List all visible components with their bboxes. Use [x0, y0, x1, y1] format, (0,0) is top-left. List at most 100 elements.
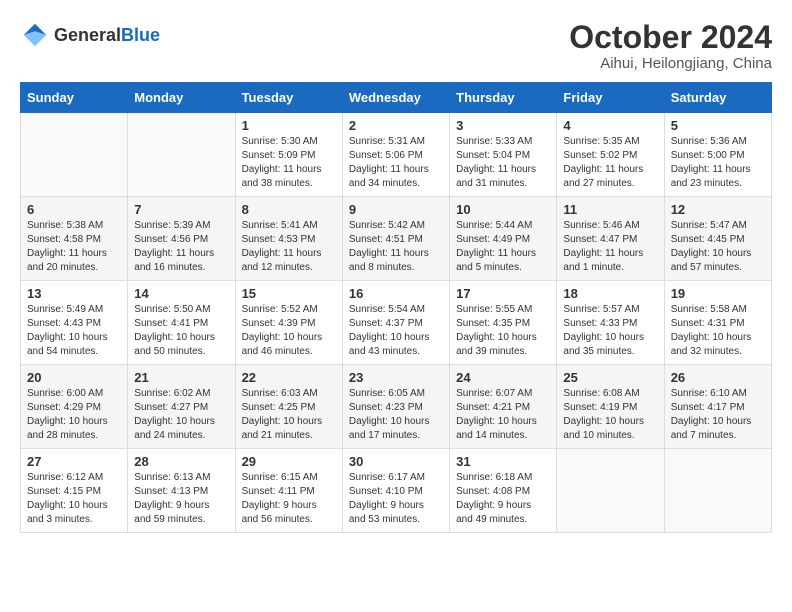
day-number: 10 — [456, 202, 550, 217]
calendar-cell: 28 Sunrise: 6:13 AM Sunset: 4:13 PM Dayli… — [128, 449, 235, 533]
calendar-cell: 13 Sunrise: 5:49 AM Sunset: 4:43 PM Dayli… — [21, 281, 128, 365]
weekday-header-sunday: Sunday — [21, 83, 128, 113]
calendar-cell — [21, 113, 128, 197]
day-info: Sunrise: 6:00 AM Sunset: 4:29 PM Dayligh… — [27, 387, 121, 443]
day-number: 25 — [563, 370, 657, 385]
calendar-cell: 15Sunrise: 5:52 AM Sunset: 4:39 PM Dayli… — [235, 281, 342, 365]
day-info: Sunrise: 5:50 AM Sunset: 4:41 PM Dayligh… — [134, 303, 228, 359]
logo-general: General — [54, 25, 121, 45]
day-number: 1 — [242, 118, 336, 133]
day-number: 15 — [242, 286, 336, 301]
calendar-cell: 3Sunrise: 5:33 AM Sunset: 5:04 PM Daylig… — [450, 113, 557, 197]
day-number: 17 — [456, 286, 550, 301]
calendar-week-row: 6Sunrise: 5:38 AM Sunset: 4:58 PM Daylig… — [21, 197, 772, 281]
calendar-cell: 25 Sunrise: 6:08 AM Sunset: 4:19 PM Dayli… — [557, 365, 664, 449]
day-info: Sunrise: 5:54 AM Sunset: 4:37 PM Dayligh… — [349, 303, 443, 359]
weekday-header-tuesday: Tuesday — [235, 83, 342, 113]
day-info: Sunrise: 5:58 AM Sunset: 4:31 PM Dayligh… — [671, 303, 765, 359]
logo: GeneralBlue — [20, 20, 160, 50]
calendar-cell: 6Sunrise: 5:38 AM Sunset: 4:58 PM Daylig… — [21, 197, 128, 281]
day-number: 27 — [27, 454, 121, 469]
day-number: 28 — [134, 454, 228, 469]
day-number: 26 — [671, 370, 765, 385]
day-info: Sunrise: 5:31 AM Sunset: 5:06 PM Dayligh… — [349, 135, 443, 191]
calendar-cell: 14 Sunrise: 5:50 AM Sunset: 4:41 PM Dayli… — [128, 281, 235, 365]
calendar-cell — [557, 449, 664, 533]
day-info: Sunrise: 5:35 AM Sunset: 5:02 PM Dayligh… — [563, 135, 657, 191]
day-number: 11 — [563, 202, 657, 217]
calendar-cell: 16 Sunrise: 5:54 AM Sunset: 4:37 PM Dayli… — [342, 281, 449, 365]
day-number: 31 — [456, 454, 550, 469]
day-number: 18 — [563, 286, 657, 301]
weekday-header-monday: Monday — [128, 83, 235, 113]
day-number: 8 — [242, 202, 336, 217]
day-info: Sunrise: 5:55 AM Sunset: 4:35 PM Dayligh… — [456, 303, 550, 359]
calendar-cell: 31 Sunrise: 6:18 AM Sunset: 4:08 PM Dayli… — [450, 449, 557, 533]
calendar-cell: 7Sunrise: 5:39 AM Sunset: 4:56 PM Daylig… — [128, 197, 235, 281]
day-number: 23 — [349, 370, 443, 385]
day-number: 2 — [349, 118, 443, 133]
weekday-header-row: SundayMondayTuesdayWednesdayThursdayFrid… — [21, 83, 772, 113]
day-number: 16 — [349, 286, 443, 301]
calendar-week-row: 13 Sunrise: 5:49 AM Sunset: 4:43 PM Dayli… — [21, 281, 772, 365]
day-info: Sunrise: 5:42 AM Sunset: 4:51 PM Dayligh… — [349, 219, 443, 275]
calendar-cell: 12Sunrise: 5:47 AM Sunset: 4:45 PM Dayli… — [664, 197, 771, 281]
day-info: Sunrise: 6:07 AM Sunset: 4:21 PM Dayligh… — [456, 387, 550, 443]
calendar-cell: 10Sunrise: 5:44 AM Sunset: 4:49 PM Dayli… — [450, 197, 557, 281]
day-info: Sunrise: 6:15 AM Sunset: 4:11 PM Dayligh… — [242, 471, 336, 527]
day-number: 20 — [27, 370, 121, 385]
day-number: 24 — [456, 370, 550, 385]
day-info: Sunrise: 5:33 AM Sunset: 5:04 PM Dayligh… — [456, 135, 550, 191]
calendar-cell: 4 Sunrise: 5:35 AM Sunset: 5:02 PM Daylig… — [557, 113, 664, 197]
day-info: Sunrise: 5:38 AM Sunset: 4:58 PM Dayligh… — [27, 219, 121, 275]
calendar-cell: 20 Sunrise: 6:00 AM Sunset: 4:29 PM Dayli… — [21, 365, 128, 449]
calendar-cell: 27 Sunrise: 6:12 AM Sunset: 4:15 PM Dayli… — [21, 449, 128, 533]
day-info: Sunrise: 6:13 AM Sunset: 4:13 PM Dayligh… — [134, 471, 228, 527]
calendar-cell: 8 Sunrise: 5:41 AM Sunset: 4:53 PM Daylig… — [235, 197, 342, 281]
logo-blue: Blue — [121, 25, 160, 45]
day-info: Sunrise: 6:05 AM Sunset: 4:23 PM Dayligh… — [349, 387, 443, 443]
day-info: Sunrise: 6:18 AM Sunset: 4:08 PM Dayligh… — [456, 471, 550, 527]
calendar-cell: 22Sunrise: 6:03 AM Sunset: 4:25 PM Dayli… — [235, 365, 342, 449]
calendar-cell: 29 Sunrise: 6:15 AM Sunset: 4:11 PM Dayli… — [235, 449, 342, 533]
day-info: Sunrise: 5:41 AM Sunset: 4:53 PM Dayligh… — [242, 219, 336, 275]
calendar-cell: 5 Sunrise: 5:36 AM Sunset: 5:00 PM Daylig… — [664, 113, 771, 197]
day-info: Sunrise: 5:46 AM Sunset: 4:47 PM Dayligh… — [563, 219, 657, 275]
calendar-week-row: 27 Sunrise: 6:12 AM Sunset: 4:15 PM Dayli… — [21, 449, 772, 533]
day-number: 9 — [349, 202, 443, 217]
day-number: 13 — [27, 286, 121, 301]
weekday-header-thursday: Thursday — [450, 83, 557, 113]
day-info: Sunrise: 5:57 AM Sunset: 4:33 PM Dayligh… — [563, 303, 657, 359]
calendar-cell: 11 Sunrise: 5:46 AM Sunset: 4:47 PM Dayli… — [557, 197, 664, 281]
day-number: 4 — [563, 118, 657, 133]
calendar-cell: 21 Sunrise: 6:02 AM Sunset: 4:27 PM Dayli… — [128, 365, 235, 449]
day-info: Sunrise: 5:36 AM Sunset: 5:00 PM Dayligh… — [671, 135, 765, 191]
day-number: 14 — [134, 286, 228, 301]
day-number: 22 — [242, 370, 336, 385]
calendar-cell: 9 Sunrise: 5:42 AM Sunset: 4:51 PM Daylig… — [342, 197, 449, 281]
day-info: Sunrise: 6:08 AM Sunset: 4:19 PM Dayligh… — [563, 387, 657, 443]
day-info: Sunrise: 6:02 AM Sunset: 4:27 PM Dayligh… — [134, 387, 228, 443]
calendar-cell: 19 Sunrise: 5:58 AM Sunset: 4:31 PM Dayli… — [664, 281, 771, 365]
calendar-cell: 26 Sunrise: 6:10 AM Sunset: 4:17 PM Dayli… — [664, 365, 771, 449]
calendar-cell: 2 Sunrise: 5:31 AM Sunset: 5:06 PM Daylig… — [342, 113, 449, 197]
day-number: 12 — [671, 202, 765, 217]
day-info: Sunrise: 5:30 AM Sunset: 5:09 PM Dayligh… — [242, 135, 336, 191]
calendar-cell: 30Sunrise: 6:17 AM Sunset: 4:10 PM Dayli… — [342, 449, 449, 533]
day-number: 7 — [134, 202, 228, 217]
logo-icon — [20, 20, 50, 50]
weekday-header-wednesday: Wednesday — [342, 83, 449, 113]
day-number: 29 — [242, 454, 336, 469]
day-number: 21 — [134, 370, 228, 385]
day-number: 5 — [671, 118, 765, 133]
calendar-cell — [128, 113, 235, 197]
day-info: Sunrise: 6:12 AM Sunset: 4:15 PM Dayligh… — [27, 471, 121, 527]
day-info: Sunrise: 5:49 AM Sunset: 4:43 PM Dayligh… — [27, 303, 121, 359]
page-header: GeneralBlue October 2024 Aihui, Heilongj… — [20, 20, 772, 72]
calendar-week-row: 20 Sunrise: 6:00 AM Sunset: 4:29 PM Dayli… — [21, 365, 772, 449]
weekday-header-saturday: Saturday — [664, 83, 771, 113]
calendar-cell: 17 Sunrise: 5:55 AM Sunset: 4:35 PM Dayli… — [450, 281, 557, 365]
day-number: 19 — [671, 286, 765, 301]
day-info: Sunrise: 6:10 AM Sunset: 4:17 PM Dayligh… — [671, 387, 765, 443]
calendar-table: SundayMondayTuesdayWednesdayThursdayFrid… — [20, 82, 772, 533]
